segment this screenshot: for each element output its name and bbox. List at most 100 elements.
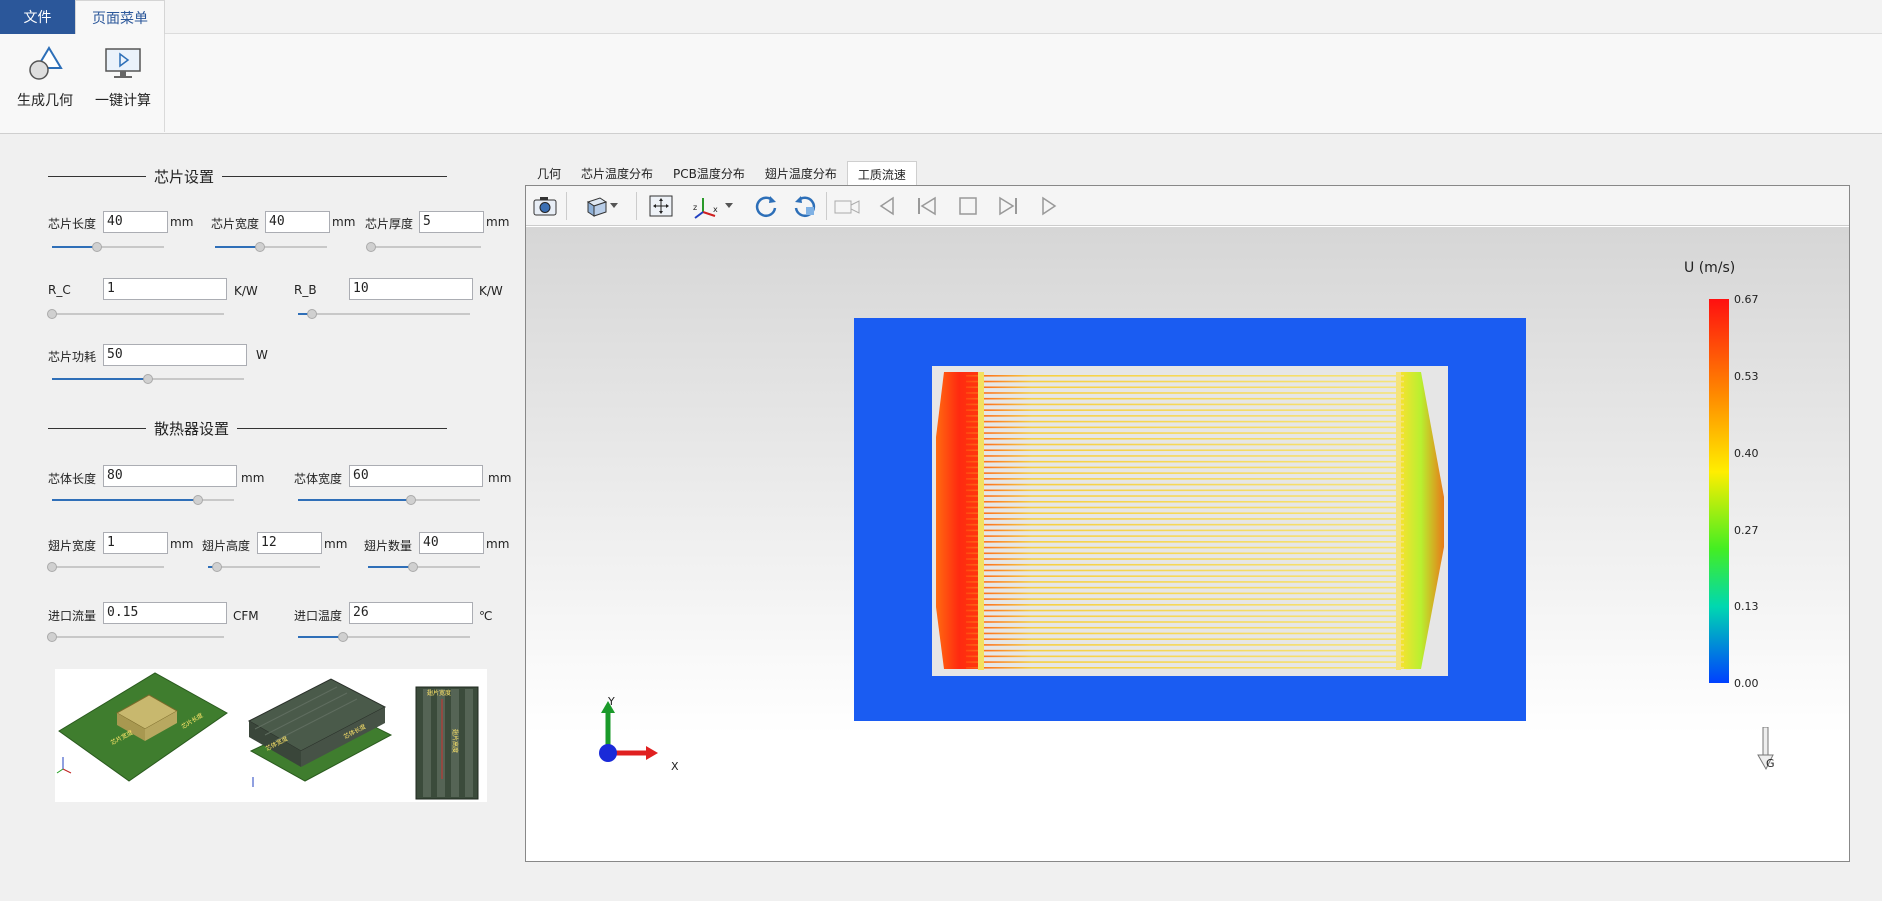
inlet-temp-label: 进口温度	[294, 609, 343, 623]
fin-channel-line	[966, 426, 1404, 429]
core-width-input[interactable]: 60	[349, 465, 483, 487]
fin-channel-line	[966, 604, 1404, 606]
inlet-flow-slider[interactable]	[47, 631, 224, 643]
inlet-flow-input[interactable]: 0.15	[103, 602, 227, 624]
legend-tick: 0.53	[1734, 370, 1759, 383]
tab-fin-temp[interactable]: 翅片温度分布	[755, 161, 847, 186]
chevron-down-icon	[725, 203, 733, 208]
ribbon: 生成几何 一键计算	[0, 34, 1882, 134]
chip-section-title: 芯片设置	[48, 166, 448, 186]
inlet-temp-input[interactable]: 26	[349, 602, 473, 624]
geometry-shapes-icon	[29, 46, 63, 80]
fin-channel-line	[966, 569, 1404, 572]
rb-label: R_B	[294, 283, 317, 297]
inlet-flow-unit: CFM	[233, 609, 259, 623]
fin-channel-line	[966, 655, 1404, 658]
velocity-field-canvas[interactable]: U (m/s) 0.67 0.53 0.40 0.27 0.13 0.00 Y …	[526, 227, 1849, 861]
tab-geometry[interactable]: 几何	[527, 161, 571, 186]
core-width-slider[interactable]	[298, 494, 480, 506]
fin-channel-line	[966, 375, 1404, 377]
legend-title: U (m/s)	[1684, 260, 1736, 276]
core-length-slider[interactable]	[52, 494, 234, 506]
fin-channel-line	[966, 409, 1404, 411]
fin-channel-line	[966, 667, 1404, 669]
rb-input[interactable]: 10	[349, 278, 473, 300]
fin-width-unit: mm	[170, 537, 194, 551]
x-axis-label: X	[671, 760, 679, 773]
menu-file[interactable]: 文件	[0, 0, 75, 34]
fin-outlet-edge	[1396, 372, 1401, 670]
tab-pcb-temp[interactable]: PCB温度分布	[663, 161, 755, 186]
preview-fin-width-text: 翅片宽度	[427, 689, 451, 697]
fin-count-label: 翅片数量	[364, 539, 413, 553]
svg-text:z: z	[693, 203, 697, 212]
inlet-temp-slider[interactable]	[298, 631, 470, 643]
fin-region	[932, 366, 1448, 676]
skip-end-icon	[999, 196, 1017, 216]
fin-channel-line	[966, 621, 1404, 623]
chip-power-slider[interactable]	[52, 373, 244, 385]
core-length-input[interactable]: 80	[103, 465, 237, 487]
fin-channel-line	[966, 632, 1404, 635]
rotate-cw-icon	[755, 196, 777, 217]
rotate-cw-button[interactable]	[751, 192, 781, 220]
chip-thickness-slider[interactable]	[366, 241, 481, 253]
xyz-axes-icon: zx	[693, 198, 718, 219]
fin-channel-line	[966, 529, 1404, 532]
fin-count-slider[interactable]	[368, 561, 480, 573]
first-frame-button[interactable]	[912, 192, 942, 220]
fin-channel-line	[966, 437, 1404, 440]
play-icon	[1042, 196, 1057, 216]
fin-channel-line	[966, 575, 1404, 577]
chip-width-slider[interactable]	[215, 241, 327, 253]
fin-channel-line	[966, 563, 1404, 566]
fin-channel-line	[966, 649, 1404, 652]
rb-slider[interactable]	[298, 308, 470, 320]
chip-thickness-input[interactable]: 5	[419, 211, 484, 233]
fin-channel-line	[966, 392, 1404, 394]
fin-channel-line	[966, 615, 1404, 618]
fin-width-slider[interactable]	[47, 561, 164, 573]
fin-channel-line	[966, 661, 1404, 663]
fin-channel-line	[966, 644, 1404, 646]
fin-channel-line	[966, 546, 1404, 549]
fin-width-input[interactable]: 1	[103, 532, 168, 554]
rc-input[interactable]: 1	[103, 278, 227, 300]
fin-height-slider[interactable]	[208, 561, 320, 573]
chip-length-input[interactable]: 40	[103, 211, 168, 233]
fin-channel-line	[966, 483, 1404, 486]
fit-view-icon	[649, 195, 673, 217]
axis-orientation-dropdown[interactable]	[721, 192, 737, 220]
fin-channel-line	[966, 558, 1404, 560]
axis-orientation-button[interactable]: zx	[691, 192, 721, 220]
last-frame-button[interactable]	[993, 192, 1023, 220]
stop-button[interactable]	[953, 192, 983, 220]
one-click-calc-button[interactable]: 一键计算	[84, 44, 162, 124]
rc-slider[interactable]	[47, 308, 224, 320]
fit-view-button[interactable]	[646, 192, 676, 220]
view-cube-dropdown[interactable]	[606, 192, 622, 220]
tab-fluid-velocity[interactable]: 工质流速	[846, 161, 917, 186]
inlet-flow-label: 进口流量	[48, 609, 97, 623]
menu-tab-page-menu[interactable]: 页面菜单	[75, 0, 165, 35]
fin-height-input[interactable]: 12	[257, 532, 322, 554]
tab-chip-temp[interactable]: 芯片温度分布	[571, 161, 663, 186]
fin-channel-line	[966, 535, 1404, 537]
fin-height-label: 翅片高度	[202, 539, 251, 553]
rotate-ccw-button[interactable]	[790, 192, 820, 220]
fin-channel-line	[966, 592, 1404, 595]
record-button[interactable]	[832, 192, 862, 220]
chip-power-input[interactable]: 50	[103, 344, 247, 366]
chip-width-input[interactable]: 40	[265, 211, 330, 233]
fin-channel-line	[966, 609, 1404, 612]
fin-channel-line	[966, 466, 1404, 469]
play-button[interactable]	[1034, 192, 1064, 220]
fin-count-input[interactable]: 40	[419, 532, 484, 554]
chip-length-slider[interactable]	[52, 241, 164, 253]
viewer-tabs: 几何 芯片温度分布 PCB温度分布 翅片温度分布 工质流速	[527, 161, 917, 186]
fin-channel-line	[966, 420, 1404, 423]
generate-geometry-button[interactable]: 生成几何	[6, 44, 84, 124]
step-back-button[interactable]	[872, 192, 902, 220]
skip-start-icon	[918, 196, 936, 216]
screenshot-button[interactable]	[530, 192, 560, 220]
